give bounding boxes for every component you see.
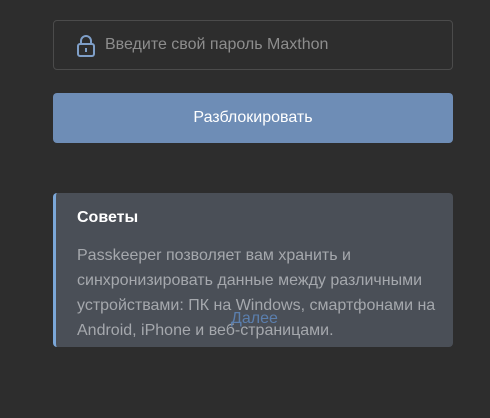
tips-text: Passkeeper позволяет вам хранить и синхр…	[77, 247, 436, 339]
unlock-screen: Разблокировать Советы Passkeeper позволя…	[0, 0, 490, 418]
password-input[interactable]	[105, 21, 444, 69]
tips-title: Советы	[77, 209, 139, 226]
tips-card: Советы Passkeeper позволяет вам хранить …	[53, 193, 453, 347]
unlock-button[interactable]: Разблокировать	[53, 93, 453, 143]
lock-icon	[75, 34, 97, 58]
more-link[interactable]: Далее	[231, 310, 278, 328]
password-field[interactable]	[53, 20, 453, 70]
